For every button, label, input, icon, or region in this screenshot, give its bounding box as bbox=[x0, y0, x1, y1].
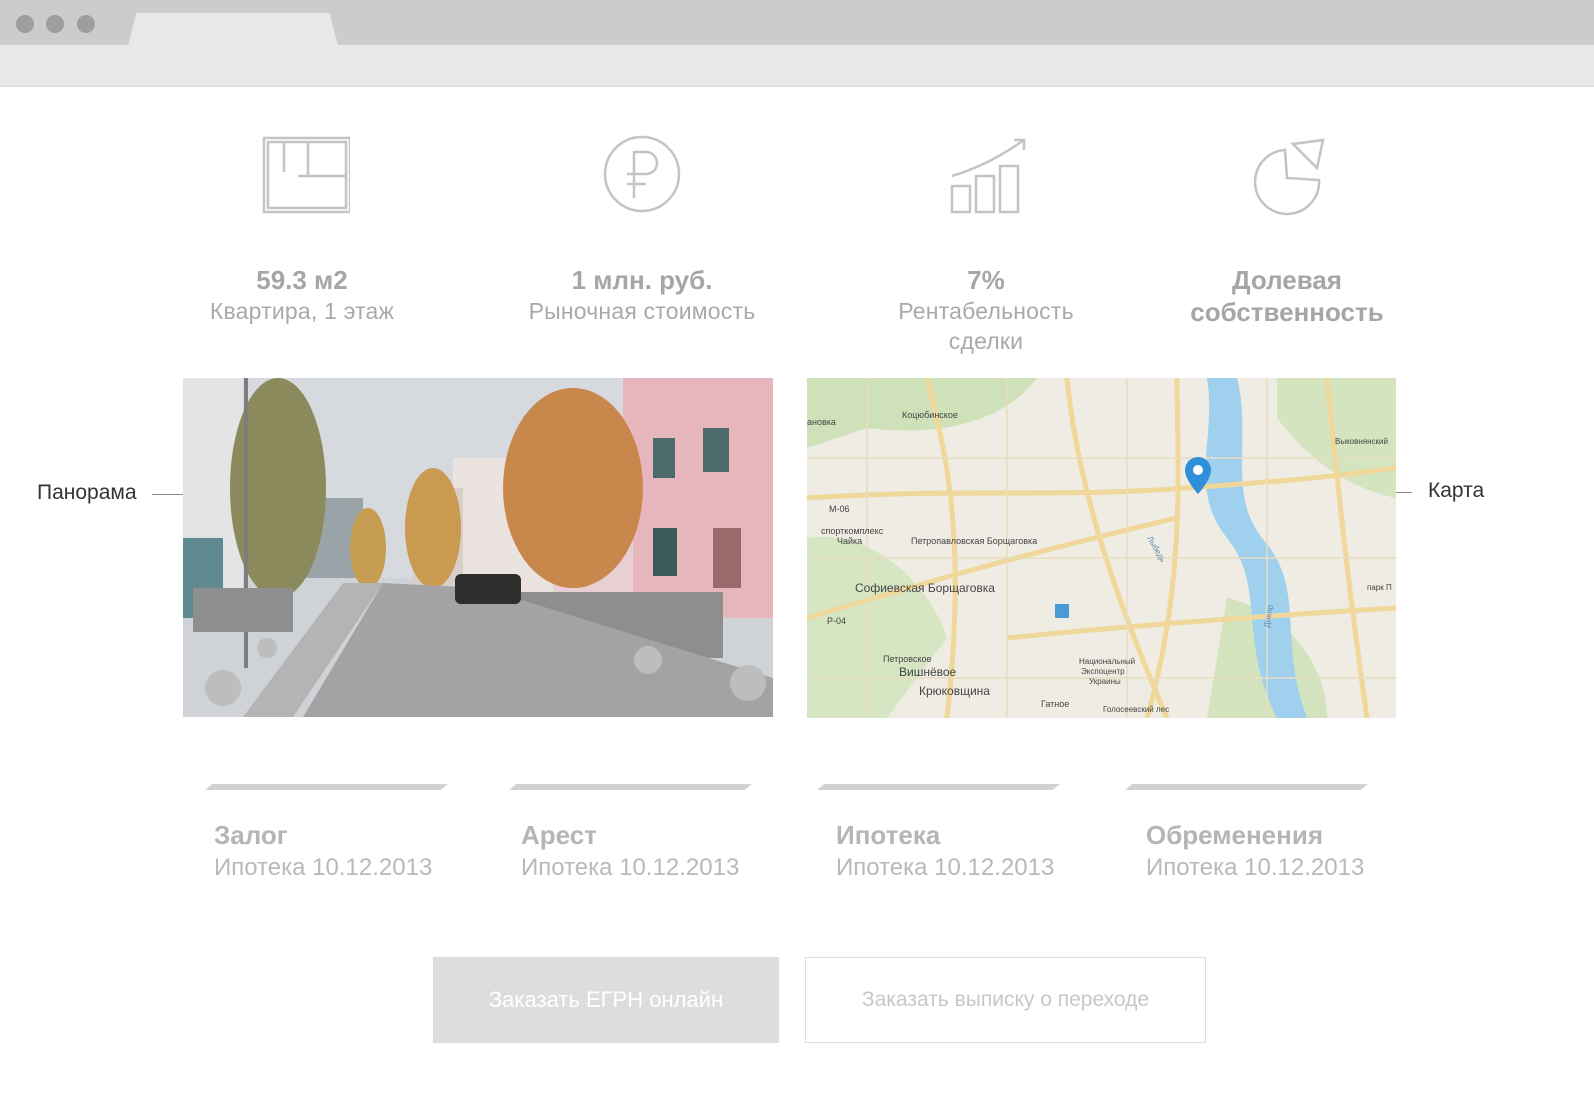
status-pledge: Залог Ипотека 10.12.2013 bbox=[205, 784, 465, 884]
pie-chart-icon bbox=[1253, 138, 1325, 216]
map-label: Р-04 bbox=[827, 616, 846, 626]
airport-icon bbox=[1055, 604, 1069, 618]
map-label: спорткомплекс bbox=[821, 526, 884, 536]
map-label: Национальный bbox=[1079, 657, 1135, 666]
status-bar bbox=[1125, 784, 1368, 790]
status-title: Арест bbox=[521, 820, 597, 850]
order-egrn-button[interactable]: Заказать ЕГРН онлайн bbox=[433, 957, 779, 1043]
map-label: Голосеевский лес bbox=[1103, 705, 1169, 714]
status-encumbrance: Обременения Ипотека 10.12.2013 bbox=[1125, 784, 1385, 884]
price-label: Рыночная стоимость bbox=[528, 298, 756, 324]
status-bar bbox=[509, 784, 752, 790]
ownership-value: Долевая собственность bbox=[1137, 264, 1437, 328]
ownership-value-line1: Долевая bbox=[1232, 265, 1342, 295]
status-title: Залог bbox=[214, 820, 288, 850]
browser-title-bar bbox=[0, 0, 1594, 46]
ruble-icon bbox=[603, 135, 681, 213]
map-label: Экспоцентр bbox=[1081, 667, 1125, 676]
map-label: парк П bbox=[1367, 583, 1392, 592]
panorama-photo[interactable] bbox=[183, 378, 773, 717]
map-label: Выковнянский bbox=[1335, 437, 1388, 446]
status-arrest: Арест Ипотека 10.12.2013 bbox=[509, 784, 769, 884]
growth-chart-icon bbox=[950, 138, 1026, 214]
map-label: Чайка bbox=[837, 536, 862, 546]
map-callout: Карта bbox=[1428, 479, 1485, 502]
map-label: Крюковщина bbox=[919, 684, 990, 698]
map-label: Украины bbox=[1089, 677, 1121, 686]
map-label: Гатное bbox=[1041, 699, 1069, 709]
status-title: Обременения bbox=[1146, 820, 1323, 850]
profitability-label-line2: сделки bbox=[948, 328, 1024, 354]
browser-toolbar bbox=[0, 45, 1594, 87]
map-label: Софиевская Борщаговка bbox=[855, 581, 995, 595]
status-subtitle: Ипотека 10.12.2013 bbox=[521, 854, 740, 881]
profitability-value: 7% bbox=[967, 265, 1005, 295]
area-label: Квартира, 1 этаж bbox=[209, 298, 395, 324]
stat-ownership: Долевая собственность bbox=[1137, 128, 1437, 328]
map-label: ановка bbox=[807, 417, 836, 427]
map-label: Петропавловская Борщаговка bbox=[911, 536, 1037, 546]
window-maximize-dot[interactable] bbox=[77, 15, 95, 33]
floor-plan-icon bbox=[262, 136, 350, 214]
area-value: 59.3 м2 bbox=[256, 265, 348, 295]
status-subtitle: Ипотека 10.12.2013 bbox=[836, 854, 1055, 881]
browser-tab[interactable] bbox=[128, 13, 338, 46]
map-label: Вишнёвое bbox=[899, 665, 957, 679]
stat-profitability: 7% Рентабельность сделки bbox=[836, 128, 1136, 356]
status-subtitle: Ипотека 10.12.2013 bbox=[1146, 854, 1365, 881]
price-value: 1 млн. руб. bbox=[571, 265, 713, 295]
map-label: Петровское bbox=[883, 654, 932, 664]
window-close-dot[interactable] bbox=[16, 15, 34, 33]
panorama-callout: Панорама bbox=[37, 481, 137, 504]
profitability-label-line1: Рентабельность bbox=[898, 298, 1074, 324]
profitability-label: Рентабельность сделки bbox=[836, 296, 1136, 356]
stat-price: 1 млн. руб. Рыночная стоимость bbox=[492, 128, 792, 326]
stat-area: 59.3 м2 Квартира, 1 этаж bbox=[152, 128, 452, 326]
status-mortgage: Ипотека Ипотека 10.12.2013 bbox=[817, 784, 1077, 884]
status-bar bbox=[817, 784, 1060, 790]
order-transfer-extract-button[interactable]: Заказать выписку о переходе bbox=[805, 957, 1206, 1043]
status-bar bbox=[205, 784, 448, 790]
status-title: Ипотека bbox=[836, 820, 941, 850]
location-map[interactable]: Коцюбинское ановка M-06 спорткомплекс Ча… bbox=[807, 378, 1396, 718]
status-subtitle: Ипотека 10.12.2013 bbox=[214, 854, 433, 881]
window-minimize-dot[interactable] bbox=[46, 15, 64, 33]
ownership-value-line2: собственность bbox=[1190, 297, 1384, 327]
panorama-callout-line bbox=[152, 494, 186, 495]
map-label: M-06 bbox=[829, 504, 850, 514]
map-label: Коцюбинское bbox=[902, 410, 958, 420]
